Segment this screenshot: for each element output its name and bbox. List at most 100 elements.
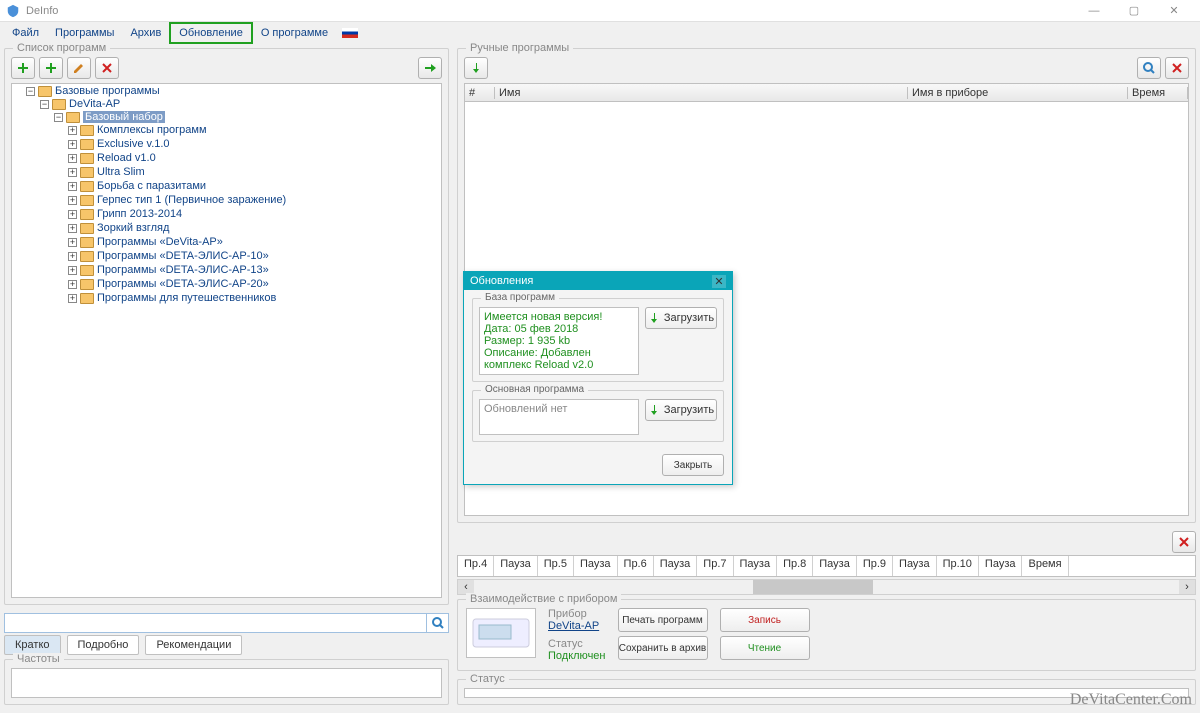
- tree-device[interactable]: DeVita-AP: [69, 98, 120, 110]
- maximize-button[interactable]: ▢: [1114, 0, 1154, 22]
- scroll-thumb[interactable]: [753, 580, 873, 594]
- tree-complexes[interactable]: Комплексы программ: [97, 124, 207, 136]
- import-button[interactable]: [464, 57, 488, 79]
- col-devname[interactable]: Имя в приборе: [908, 87, 1128, 99]
- status-label: Статус: [548, 638, 606, 650]
- device-label: Прибор: [548, 608, 606, 620]
- db-update-group: База программ Имеется новая версия! Дата…: [472, 298, 724, 382]
- edit-button[interactable]: [67, 57, 91, 79]
- sched-col[interactable]: Пр.8: [777, 556, 813, 576]
- db-line1: Имеется новая версия!: [484, 311, 634, 323]
- app-icon: [6, 4, 20, 18]
- dialog-close-button[interactable]: Закрыть: [662, 454, 724, 476]
- tree-item[interactable]: Грипп 2013-2014: [97, 208, 182, 220]
- language-flag-icon[interactable]: [342, 28, 358, 38]
- read-button[interactable]: Чтение: [720, 636, 810, 660]
- search-input[interactable]: [4, 613, 427, 633]
- frequencies-title: Частоты: [13, 653, 64, 665]
- delete-button[interactable]: [95, 57, 119, 79]
- programs-tree[interactable]: −Базовые программы −DeVita-AP −Базовый н…: [11, 83, 442, 598]
- send-right-button[interactable]: [418, 57, 442, 79]
- schedule-grid[interactable]: Пр.4 Пауза Пр.5 Пауза Пр.6 Пауза Пр.7 Па…: [457, 555, 1196, 577]
- tree-item[interactable]: Программы «DeVita-AP»: [97, 236, 223, 248]
- title-bar: DeInfo — ▢ ✕: [0, 0, 1200, 22]
- search-button[interactable]: [427, 613, 449, 633]
- sched-col[interactable]: Пр.6: [618, 556, 654, 576]
- minimize-button[interactable]: —: [1074, 0, 1114, 22]
- menu-update[interactable]: Обновление: [169, 22, 253, 44]
- schedule-area: Пр.4 Пауза Пр.5 Пауза Пр.6 Пауза Пр.7 Па…: [457, 531, 1196, 595]
- save-archive-button[interactable]: Сохранить в архив: [618, 636, 708, 660]
- menu-file[interactable]: Файл: [4, 24, 47, 42]
- sched-col[interactable]: Пауза: [734, 556, 778, 576]
- sched-col[interactable]: Пр.7: [697, 556, 733, 576]
- tree-item[interactable]: Exclusive v.1.0: [97, 138, 170, 150]
- tree-item[interactable]: Программы для путешественников: [97, 292, 276, 304]
- tree-item[interactable]: Борьба с паразитами: [97, 180, 206, 192]
- add-button[interactable]: [11, 57, 35, 79]
- col-num[interactable]: #: [465, 87, 495, 99]
- tree-item[interactable]: Программы «DETA-ЭЛИС-АР-20»: [97, 278, 269, 290]
- write-button[interactable]: Запись: [720, 608, 810, 632]
- device-info: Прибор DeVita-AP Статус Подключен: [548, 608, 606, 662]
- tree-item[interactable]: Ultra Slim: [97, 166, 145, 178]
- tree-item[interactable]: Программы «DETA-ЭЛИС-АР-10»: [97, 250, 269, 262]
- sched-col[interactable]: Пауза: [654, 556, 698, 576]
- menu-about[interactable]: О программе: [253, 24, 336, 42]
- sched-col[interactable]: Пауза: [979, 556, 1023, 576]
- tree-root[interactable]: Базовые программы: [55, 85, 160, 97]
- tab-detail[interactable]: Подробно: [67, 635, 140, 655]
- sched-col[interactable]: Пр.9: [857, 556, 893, 576]
- menu-programs[interactable]: Программы: [47, 24, 122, 42]
- sched-col[interactable]: Пауза: [813, 556, 857, 576]
- programs-list-title: Список программ: [13, 42, 110, 54]
- db-line2: Дата: 05 фев 2018: [484, 323, 634, 335]
- device-image: [466, 608, 536, 658]
- sched-col[interactable]: Пр.4: [458, 556, 494, 576]
- download-icon: [648, 404, 660, 416]
- app-line1: Обновлений нет: [484, 403, 634, 415]
- close-window-button[interactable]: ✕: [1154, 0, 1194, 22]
- tab-brief[interactable]: Кратко: [4, 635, 61, 655]
- col-time[interactable]: Время: [1128, 87, 1188, 99]
- watermark: DeVitaCenter.Com: [1070, 691, 1192, 709]
- tree-item[interactable]: Зоркий взгляд: [97, 222, 169, 234]
- schedule-delete-button[interactable]: [1172, 531, 1196, 553]
- window-title: DeInfo: [26, 5, 1074, 17]
- sched-col[interactable]: Пр.5: [538, 556, 574, 576]
- tree-item[interactable]: Reload v1.0: [97, 152, 156, 164]
- frequencies-box: Частоты: [4, 659, 449, 705]
- menu-bar: Файл Программы Архив Обновление О програ…: [0, 22, 1200, 44]
- tab-rec[interactable]: Рекомендации: [145, 635, 242, 655]
- tree-item[interactable]: Герпес тип 1 (Первичное заражение): [97, 194, 286, 206]
- db-download-button[interactable]: Загрузить: [645, 307, 717, 329]
- sched-col[interactable]: Пауза: [893, 556, 937, 576]
- menu-archive[interactable]: Архив: [122, 24, 169, 42]
- db-group-title: База программ: [481, 292, 559, 303]
- search-row: [4, 613, 449, 633]
- device-name-link[interactable]: DeVita-AP: [548, 620, 599, 632]
- dialog-title: Обновления: [470, 275, 533, 287]
- db-line4: Описание: Добавлен комплекс Reload v2.0: [484, 347, 634, 371]
- scroll-left-icon[interactable]: ‹: [458, 580, 474, 594]
- download-icon: [648, 312, 660, 324]
- tree-basic-set[interactable]: Базовый набор: [83, 111, 165, 123]
- col-name[interactable]: Имя: [495, 87, 908, 99]
- tree-item[interactable]: Программы «DETA-ЭЛИС-АР-13»: [97, 264, 269, 276]
- right-toolbar: [464, 57, 1189, 79]
- sched-col[interactable]: Пауза: [494, 556, 538, 576]
- sched-col[interactable]: Пр.10: [937, 556, 979, 576]
- dialog-close-icon[interactable]: ✕: [712, 275, 726, 288]
- left-pane: Список программ −Базовые программы −DeVi…: [0, 44, 453, 713]
- sched-col[interactable]: Пауза: [574, 556, 618, 576]
- grid-header: # Имя Имя в приборе Время: [465, 84, 1188, 102]
- info-tabs: Кратко Подробно Рекомендации: [4, 635, 449, 655]
- print-button[interactable]: Печать программ: [618, 608, 708, 632]
- app-download-button[interactable]: Загрузить: [645, 399, 717, 421]
- scroll-right-icon[interactable]: ›: [1179, 580, 1195, 594]
- sched-col[interactable]: Время: [1022, 556, 1068, 576]
- add-folder-button[interactable]: [39, 57, 63, 79]
- clear-button[interactable]: [1165, 57, 1189, 79]
- dialog-titlebar[interactable]: Обновления ✕: [464, 272, 732, 290]
- find-device-button[interactable]: [1137, 57, 1161, 79]
